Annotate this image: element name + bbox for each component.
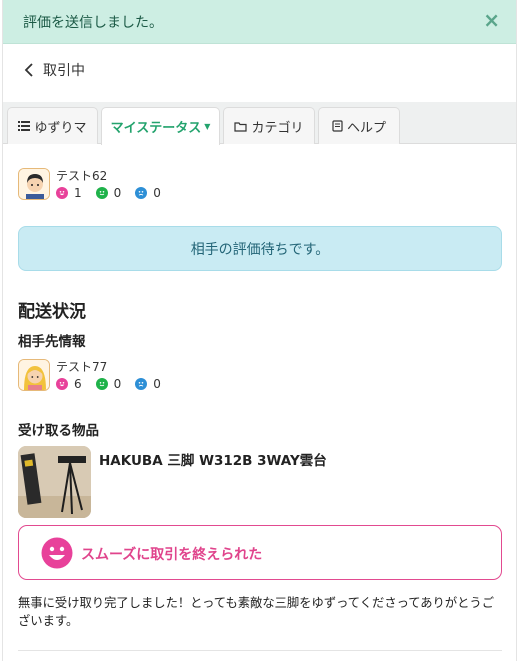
user-name: テスト77	[56, 360, 108, 374]
rating-comment: 無事に受け取り完了しました！とっても素敵な三脚をゆずってくださってありがとうござ…	[18, 596, 495, 628]
normal-count: 0	[113, 186, 122, 200]
back-label: 取引中	[43, 63, 85, 79]
tab-help[interactable]: ヘルプ	[318, 107, 400, 144]
tab-category[interactable]: カテゴリ	[223, 107, 315, 144]
user-name: テスト62	[56, 169, 108, 183]
smile-icon	[56, 378, 68, 390]
good-count: 1	[74, 186, 82, 200]
rating-result: スムーズに取引を終えられた	[18, 525, 502, 580]
waiting-notice: 相手の評価待ちです。	[18, 226, 502, 271]
success-alert: 評価を送信しました。 ×	[3, 0, 516, 44]
tab-label: マイステータス	[110, 121, 202, 136]
item-title: 受け取る物品	[18, 423, 99, 439]
tab-yuzurima[interactable]: ゆずりマ	[7, 107, 98, 144]
good-count: 6	[74, 377, 82, 391]
partner-info-title: 相手先情報	[18, 334, 86, 350]
folder-icon	[234, 121, 248, 132]
alert-message: 評価を送信しました。	[23, 15, 163, 31]
book-icon	[332, 120, 343, 132]
tab-bar: ゆずりマ マイステータス ▼ カテゴリ ヘルプ	[3, 102, 516, 145]
section-title-shipping: 配送状況	[18, 302, 86, 322]
smile-icon	[56, 187, 68, 199]
tab-label: ヘルプ	[346, 120, 386, 136]
item-thumbnail[interactable]	[18, 446, 91, 518]
item-name[interactable]: HAKUBA 三脚 W312B 3WAY雲台	[99, 449, 327, 469]
list-icon	[18, 121, 31, 131]
partner-user: テスト77 6 0 0	[18, 359, 175, 391]
sad-face-icon	[135, 187, 148, 199]
tab-label: カテゴリ	[251, 120, 304, 136]
back-link[interactable]: 取引中	[21, 60, 85, 80]
sad-face-icon	[135, 378, 148, 390]
bad-count: 0	[153, 186, 161, 200]
tab-label: ゆずりマ	[34, 120, 87, 136]
avatar	[18, 168, 50, 200]
chevron-left-icon	[21, 60, 37, 80]
rating-stats: 1 0 0	[56, 186, 175, 200]
bad-count: 0	[153, 377, 161, 391]
avatar	[18, 359, 50, 391]
tab-my-status[interactable]: マイステータス ▼	[101, 107, 220, 145]
smile-icon	[41, 537, 73, 569]
normal-count: 0	[113, 377, 122, 391]
self-user: テスト62 1 0 0	[18, 168, 175, 200]
close-icon[interactable]: ×	[483, 10, 500, 30]
page: 評価を送信しました。 × 取引中 ゆずりマ マイステータス ▼ カテゴリ ヘルプ…	[2, 0, 517, 661]
neutral-face-icon	[95, 187, 108, 199]
rating-stats: 6 0 0	[56, 377, 175, 391]
rating-label: スムーズに取引を終えられた	[81, 547, 263, 563]
divider	[18, 650, 502, 651]
neutral-face-icon	[95, 378, 108, 390]
caret-down-icon: ▼	[204, 122, 211, 131]
